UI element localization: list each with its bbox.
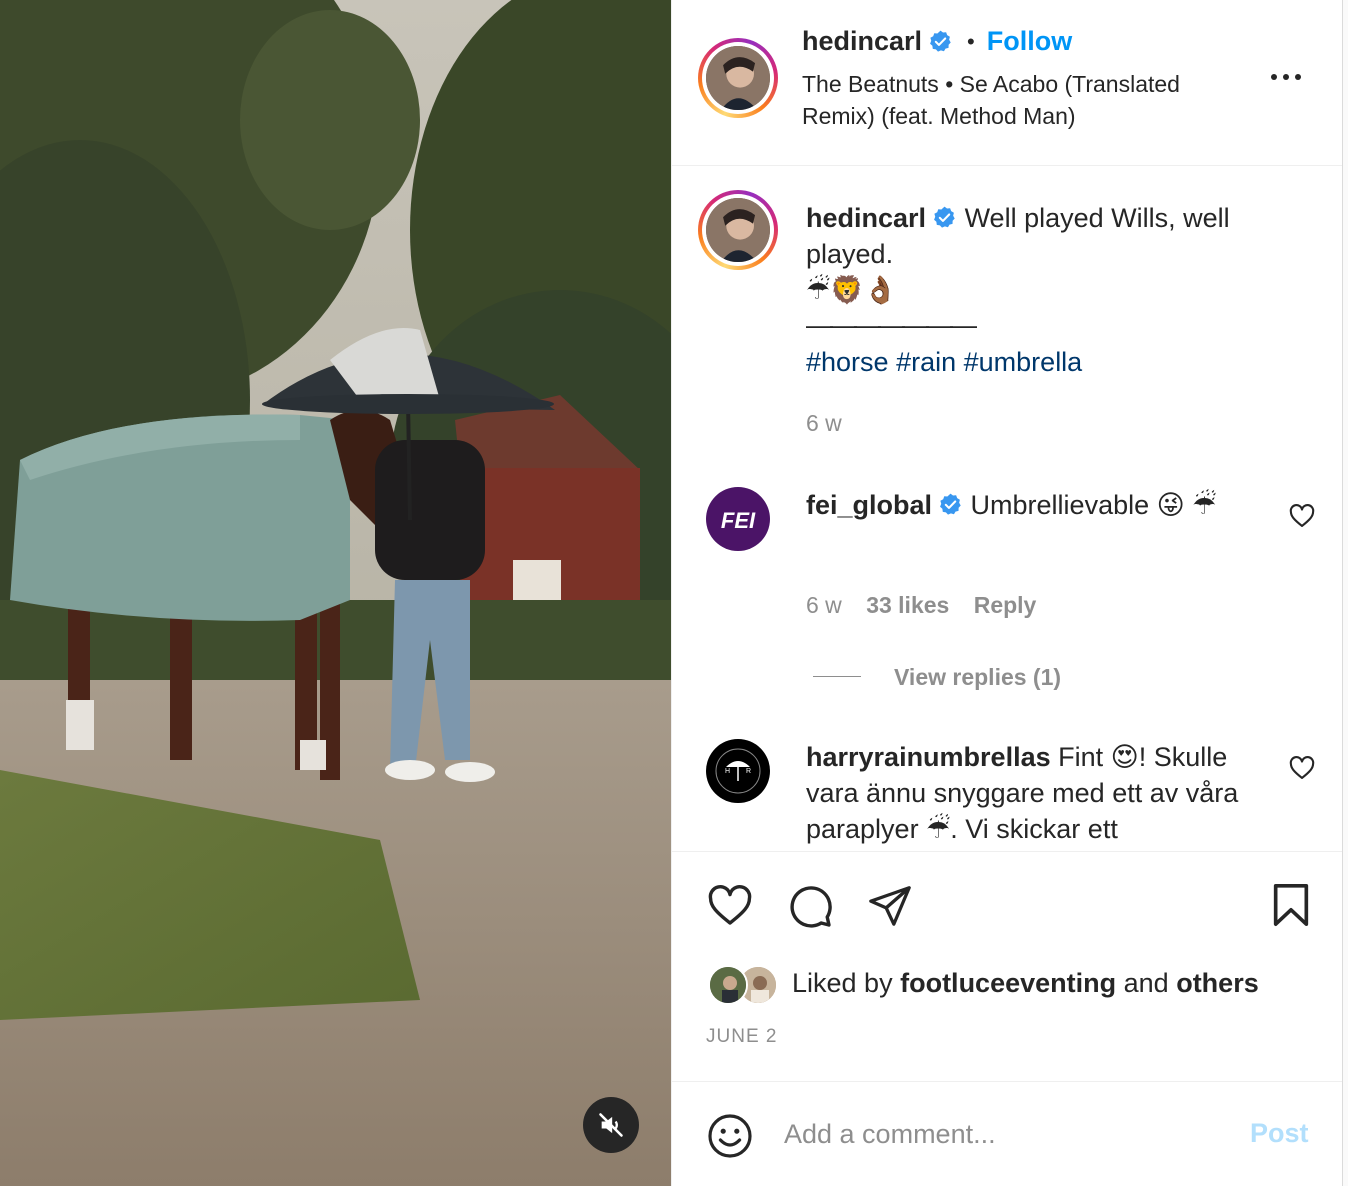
reply-button[interactable]: Reply — [974, 592, 1037, 618]
comments-list[interactable]: hedincarl Well played Wills, well played… — [672, 167, 1342, 851]
replies-divider — [813, 676, 861, 677]
share-icon[interactable] — [867, 882, 913, 928]
post-header: hedincarl • Follow The Beatnuts • Se Aca… — [672, 0, 1342, 166]
muted-speaker-icon — [599, 1113, 623, 1137]
follow-button[interactable]: Follow — [987, 26, 1072, 57]
liker-avatar[interactable] — [708, 965, 748, 1005]
more-options-icon[interactable] — [1268, 62, 1308, 92]
comment-time[interactable]: 6 w — [806, 592, 842, 618]
verified-badge-icon — [940, 493, 961, 515]
comment-text: Umbrellievable 😜 ☔ — [970, 490, 1217, 520]
post-date[interactable]: JUNE 2 — [706, 1026, 777, 1048]
add-comment-bar: Post — [672, 1081, 1342, 1186]
hashtag-horse[interactable]: #horse — [806, 347, 889, 377]
liked-by-user[interactable]: footluceeventing — [900, 968, 1116, 998]
svg-text:R: R — [746, 768, 751, 775]
bookmark-icon[interactable] — [1268, 882, 1314, 928]
mute-toggle-button[interactable] — [583, 1097, 639, 1153]
header-username[interactable]: hedincarl — [802, 26, 922, 57]
liked-by-prefix: Liked by — [792, 968, 893, 998]
comment-meta: 6 w 33 likes Reply — [806, 592, 1036, 619]
liked-by-others[interactable]: others — [1176, 968, 1259, 998]
comment-like-heart-icon[interactable] — [1288, 502, 1316, 530]
svg-text:H: H — [725, 768, 730, 775]
harryrainumbrellas-avatar[interactable]: HR — [706, 739, 770, 803]
post-video[interactable] — [0, 0, 671, 1186]
modal-edge — [1342, 0, 1348, 1186]
caption: hedincarl Well played Wills, well played… — [806, 200, 1276, 272]
heart-icon[interactable] — [706, 882, 754, 930]
caption-author-avatar[interactable] — [698, 190, 778, 270]
caption-emojis: ☔🦁👌🏾 — [806, 275, 898, 305]
comment-username[interactable]: fei_global — [806, 490, 932, 520]
caption-username[interactable]: hedincarl — [806, 203, 926, 233]
svg-text:FEI: FEI — [721, 508, 756, 533]
comment-likes[interactable]: 33 likes — [866, 592, 949, 618]
post-comment-button[interactable]: Post — [1250, 1118, 1309, 1149]
caption-divider: ——————— — [806, 310, 977, 340]
post-actions: Liked by footluceeventing and others JUN… — [672, 851, 1342, 1081]
header-separator: • — [967, 28, 975, 54]
emoji-icon[interactable] — [706, 1112, 754, 1160]
liked-by-summary: Liked by footluceeventing and others — [792, 968, 1259, 999]
comment-harryrainumbrellas: harryrainumbrellas Fint 😍! Skulle vara ä… — [806, 739, 1266, 847]
verified-badge-icon — [934, 206, 955, 228]
comment-input[interactable] — [784, 1112, 1224, 1156]
hashtag-umbrella[interactable]: #umbrella — [964, 347, 1083, 377]
liked-by-and: and — [1123, 968, 1169, 998]
video-frame — [0, 0, 671, 1186]
caption-hashtags: #horse #rain #umbrella — [806, 344, 1082, 380]
comment-like-heart-icon[interactable] — [1288, 754, 1316, 782]
caption-time[interactable]: 6 w — [806, 410, 842, 437]
comment-icon[interactable] — [786, 882, 834, 930]
hashtag-rain[interactable]: #rain — [896, 347, 956, 377]
comment-username[interactable]: harryrainumbrellas — [806, 742, 1051, 772]
audio-track-link[interactable]: The Beatnuts • Se Acabo (Translated Remi… — [802, 68, 1242, 132]
comment-fei: fei_global Umbrellievable 😜 ☔ — [806, 487, 1256, 523]
verified-badge-icon — [930, 30, 951, 52]
author-avatar[interactable] — [698, 38, 778, 118]
post-details-panel: hedincarl • Follow The Beatnuts • Se Aca… — [671, 0, 1342, 1186]
view-replies-button[interactable]: View replies (1) — [894, 664, 1061, 691]
fei-avatar[interactable]: FEI — [706, 487, 770, 551]
